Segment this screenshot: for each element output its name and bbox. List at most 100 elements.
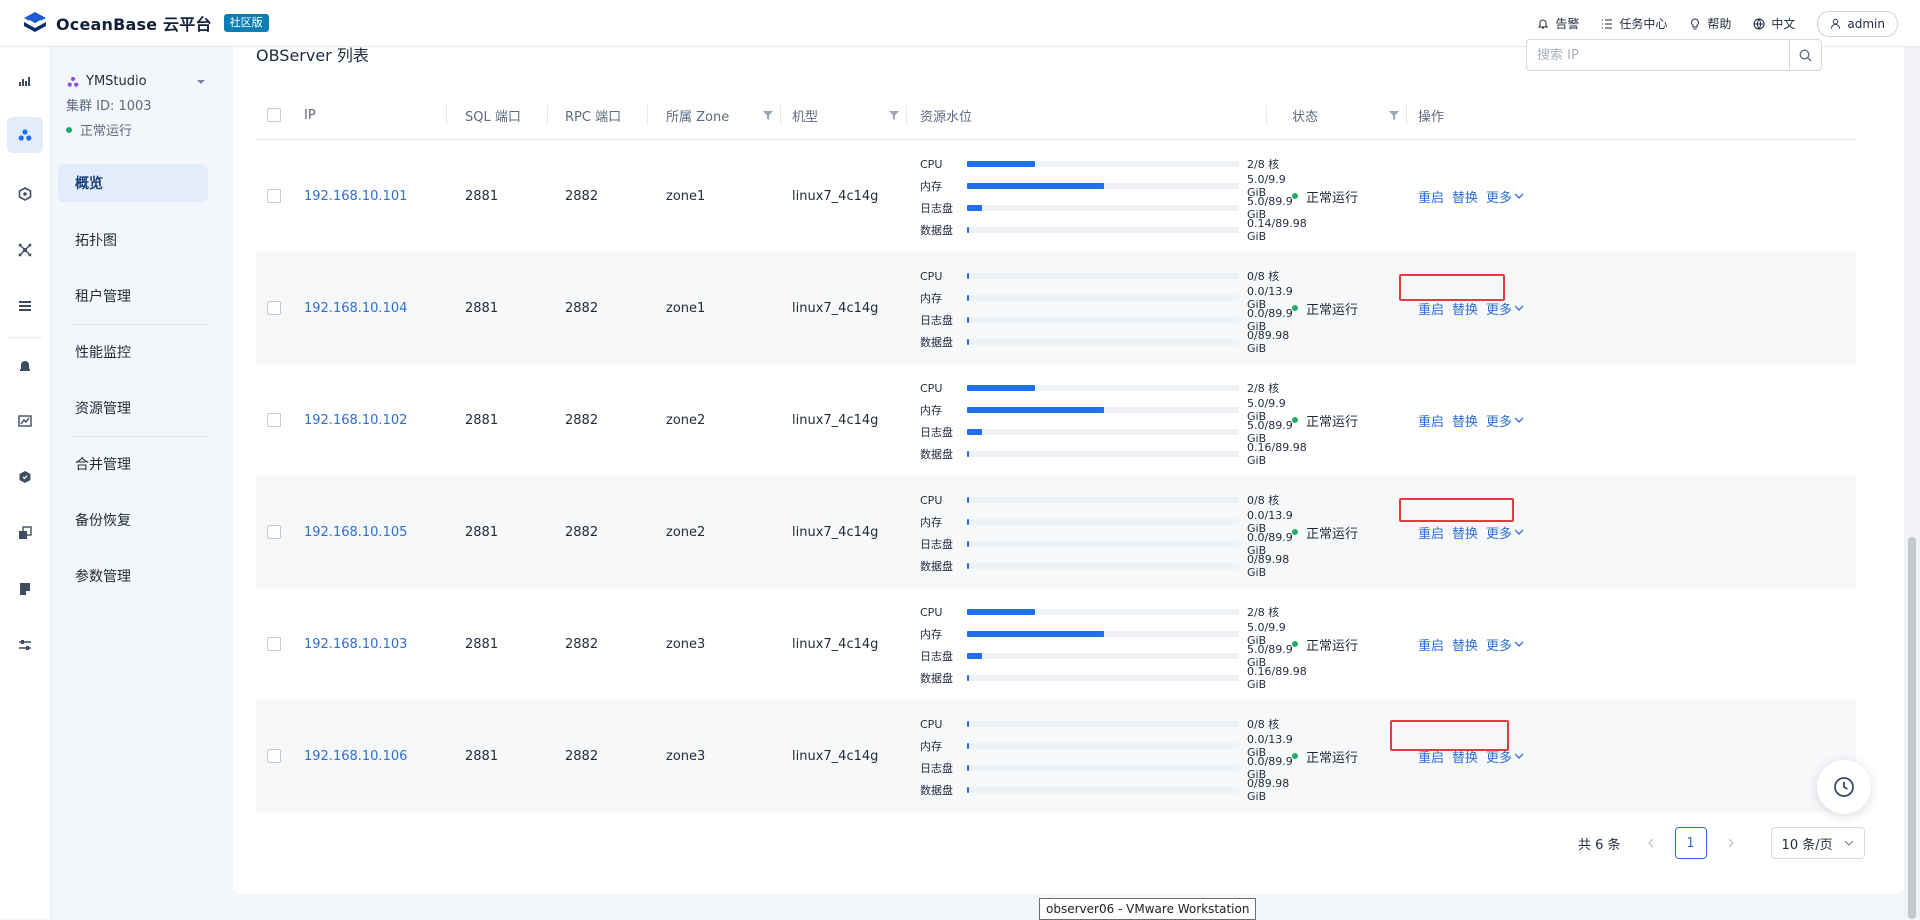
more-actions[interactable]: 更多	[1486, 411, 1524, 430]
usage-label: 内存	[920, 292, 942, 305]
row-checkbox[interactable]	[267, 189, 281, 203]
prev-page-button[interactable]	[1635, 827, 1667, 859]
page-size-select[interactable]: 10 条/页	[1770, 827, 1865, 859]
rail-settings[interactable]	[7, 627, 43, 663]
ip-link[interactable]: 192.168.10.104	[304, 301, 407, 316]
filter-icon[interactable]	[762, 109, 774, 121]
more-label: 更多	[1486, 526, 1513, 542]
restart-action[interactable]: 重启	[1418, 299, 1444, 318]
ip-link[interactable]: 192.168.10.105	[304, 525, 407, 540]
replace-action[interactable]: 替换	[1452, 187, 1478, 206]
ip-link[interactable]: 192.168.10.103	[304, 637, 407, 652]
user-menu[interactable]: admin	[1817, 10, 1898, 37]
replace-action[interactable]: 替换	[1452, 523, 1478, 542]
menu-resources[interactable]: 资源管理	[58, 389, 208, 427]
menu-backup[interactable]: 备份恢复	[58, 501, 208, 539]
ip-link[interactable]: 192.168.10.101	[304, 189, 407, 204]
restart-action[interactable]: 重启	[1418, 411, 1444, 430]
search-input[interactable]	[1527, 40, 1789, 70]
row-checkbox[interactable]	[267, 637, 281, 651]
more-actions[interactable]: 更多	[1486, 299, 1524, 318]
row-checkbox[interactable]	[267, 525, 281, 539]
usage-label: 日志盘	[920, 314, 953, 327]
restart-action[interactable]: 重启	[1418, 635, 1444, 654]
menu-compaction[interactable]: 合并管理	[58, 445, 208, 483]
usage-value: 0/8 核	[1247, 270, 1280, 283]
actions-cell: 重启 替换 更多	[1418, 588, 1524, 700]
ip-cell: 192.168.10.102	[304, 364, 407, 476]
caret-down-icon	[197, 79, 205, 84]
menu-tenants[interactable]: 租户管理	[58, 277, 208, 315]
rail-tenant[interactable]	[7, 176, 43, 212]
page-1-button[interactable]: 1	[1674, 827, 1707, 859]
usage-value: 0/8 核	[1247, 494, 1280, 507]
usage-label: CPU	[920, 381, 943, 395]
nav-language[interactable]: 中文	[1753, 15, 1795, 32]
menu-parameters[interactable]: 参数管理	[58, 557, 208, 595]
restart-action[interactable]: 重启	[1418, 523, 1444, 542]
chevron-down-icon	[1844, 840, 1853, 846]
scrollbar-thumb[interactable]	[1908, 537, 1916, 919]
ip-cell: 192.168.10.101	[304, 140, 407, 252]
usage-row: 数据盘 0/89.98 GiB	[920, 553, 1300, 579]
model-cell: linux7_4c14g	[792, 188, 879, 204]
rail-package[interactable]	[7, 571, 43, 607]
usage-bar-track	[967, 519, 1239, 525]
menu-topology[interactable]: 拓扑图	[58, 221, 208, 259]
status-dot	[66, 126, 72, 133]
pagination: 共 6 条 1 10 条/页	[1578, 827, 1865, 859]
history-float-button[interactable]	[1817, 760, 1871, 814]
rail-host[interactable]	[7, 288, 43, 324]
replace-action[interactable]: 替换	[1452, 411, 1478, 430]
rail-monitor[interactable]	[7, 403, 43, 439]
rail-cluster[interactable]	[7, 117, 43, 153]
restart-action[interactable]: 重启	[1418, 187, 1444, 206]
search-button[interactable]	[1789, 40, 1821, 70]
status-cell: 正常运行	[1292, 364, 1358, 476]
ip-link[interactable]: 192.168.10.106	[304, 749, 407, 764]
rpc-port-cell: 2882	[565, 300, 599, 316]
filter-icon[interactable]	[888, 109, 900, 121]
row-checkbox[interactable]	[267, 749, 281, 763]
list-icon	[1602, 19, 1613, 28]
nav-task-center[interactable]: 任务中心	[1601, 15, 1667, 32]
usage-label: 日志盘	[920, 538, 953, 551]
replace-action[interactable]: 替换	[1452, 299, 1478, 318]
resource-usage: CPU 2/8 核内存 5.0/9.9 GiB 日志盘 5.0/89.9 GiB 数据盘 0…	[920, 601, 1307, 692]
cluster-side-menu: YMStudio 集群 ID: 1003 正常运行 概览 拓扑图 租户管理 性能…	[51, 47, 215, 919]
logo[interactable]: OceanBase 云平台 社区版	[22, 11, 269, 35]
nav-alerts[interactable]: 告警	[1537, 15, 1579, 32]
replace-action[interactable]: 替换	[1452, 635, 1478, 654]
bell-icon	[1538, 19, 1549, 28]
ip-link[interactable]: 192.168.10.102	[304, 413, 407, 428]
zone-cell: zone2	[666, 412, 706, 428]
more-actions[interactable]: 更多	[1486, 187, 1524, 206]
row-checkbox[interactable]	[267, 413, 281, 427]
rail-backup[interactable]	[7, 515, 43, 551]
rail-alerts[interactable]	[7, 347, 43, 383]
usage-label: 数据盘	[920, 336, 953, 349]
usage-label: CPU	[920, 493, 943, 507]
more-actions[interactable]: 更多	[1486, 523, 1524, 542]
more-actions[interactable]: 更多	[1486, 635, 1524, 654]
menu-overview[interactable]: 概览	[58, 164, 208, 202]
usage-row: CPU 2/8 核	[920, 153, 1300, 175]
table-header: IP SQL 端口 RPC 端口 所属 Zone 机型 资源水位 状态 操作	[256, 91, 1856, 140]
next-page-button[interactable]	[1715, 827, 1747, 859]
usage-bar-fill	[967, 317, 969, 323]
page-scrollbar[interactable]	[1904, 47, 1920, 919]
usage-bar-fill	[967, 385, 1035, 391]
col-separator	[547, 105, 548, 125]
rail-topology[interactable]	[7, 232, 43, 268]
status-dot	[1292, 193, 1298, 199]
window-tooltip: observer06 - VMware Workstation	[1039, 898, 1257, 920]
filter-icon[interactable]	[1388, 109, 1400, 121]
cluster-switcher[interactable]: YMStudio	[66, 74, 206, 89]
select-all-checkbox[interactable]	[267, 108, 281, 122]
usage-bar-fill	[967, 743, 969, 749]
rail-security[interactable]	[7, 459, 43, 495]
rail-dashboard[interactable]	[7, 63, 43, 99]
menu-performance[interactable]: 性能监控	[58, 333, 208, 371]
row-checkbox[interactable]	[267, 301, 281, 315]
nav-help[interactable]: 帮助	[1689, 15, 1731, 32]
